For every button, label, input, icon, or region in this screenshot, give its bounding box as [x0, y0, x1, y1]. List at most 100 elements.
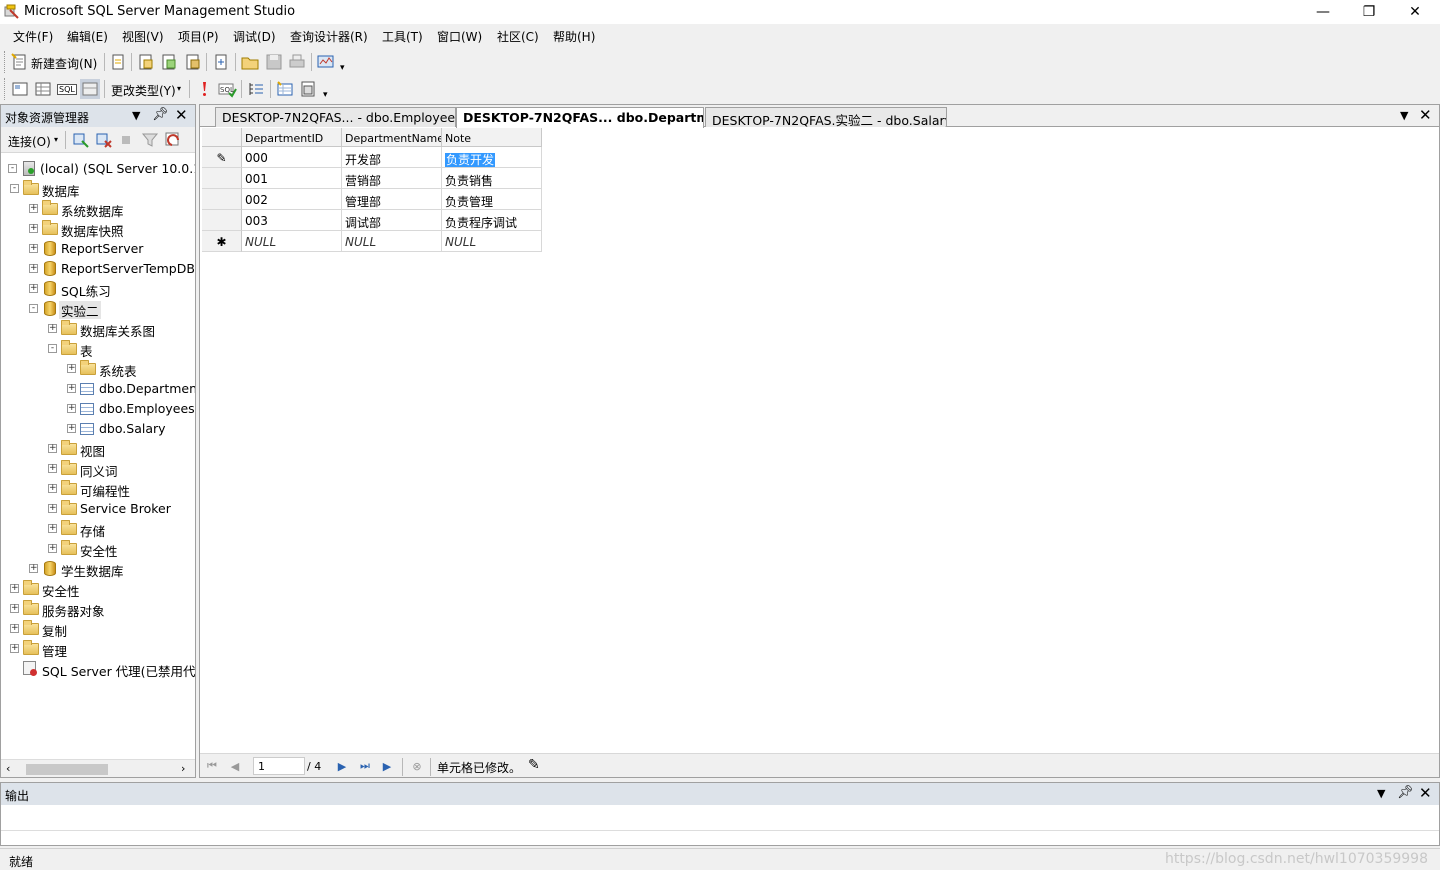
grid-corner-header[interactable]: [202, 128, 242, 147]
chevron-down-icon[interactable]: ▾: [54, 135, 58, 144]
connect-object-explorer-icon[interactable]: [72, 131, 90, 149]
cancel-edit-icon[interactable]: ⊗: [410, 759, 424, 773]
menu-query-designer[interactable]: 查询设计器(R): [290, 28, 368, 45]
tree-node[interactable]: - (local) (SQL Server 10.0.1600: [1, 159, 195, 179]
disconnect-icon[interactable]: [95, 131, 113, 149]
menu-edit[interactable]: 编辑(E): [67, 28, 108, 45]
tree-node[interactable]: + 视图: [1, 439, 195, 459]
expand-icon[interactable]: +: [10, 644, 19, 653]
menu-window[interactable]: 窗口(W): [437, 28, 482, 45]
tree-node[interactable]: + dbo.Employees: [1, 399, 195, 419]
tree-node[interactable]: + 服务器对象: [1, 599, 195, 619]
column-header[interactable]: DepartmentID: [242, 128, 342, 147]
expand-icon[interactable]: +: [10, 604, 19, 613]
collapse-icon[interactable]: -: [10, 184, 19, 193]
expand-icon[interactable]: +: [48, 464, 57, 473]
expand-icon[interactable]: +: [48, 324, 57, 333]
pin-icon[interactable]: 📌︎: [1397, 785, 1414, 800]
first-record-icon[interactable]: ⏮︎: [205, 759, 219, 773]
menu-help[interactable]: 帮助(H): [553, 28, 595, 45]
column-header[interactable]: DepartmentName: [342, 128, 442, 147]
grid-cell[interactable]: 负责开发: [442, 147, 542, 168]
connect-button[interactable]: 连接(O): [8, 133, 51, 150]
tree-node[interactable]: + 安全性: [1, 539, 195, 559]
new-record-icon[interactable]: ▶︎: [380, 759, 394, 773]
tree-node[interactable]: + 管理: [1, 639, 195, 659]
expand-icon[interactable]: +: [67, 424, 76, 433]
filter-icon[interactable]: [141, 131, 159, 149]
expand-icon[interactable]: +: [48, 484, 57, 493]
tree-node[interactable]: -表: [1, 339, 195, 359]
collapse-icon[interactable]: -: [29, 304, 38, 313]
restore-button[interactable]: ❐: [1346, 0, 1392, 24]
tree-node[interactable]: + 数据库快照: [1, 219, 195, 239]
expand-icon[interactable]: +: [48, 504, 57, 513]
tree-node[interactable]: SQL Server 代理(已禁用代: [1, 659, 195, 679]
save-icon[interactable]: [264, 52, 284, 72]
expand-icon[interactable]: +: [29, 224, 38, 233]
add-derived-table-icon[interactable]: [298, 79, 318, 99]
tree-node[interactable]: + 数据库关系图: [1, 319, 195, 339]
toolbar-overflow-icon[interactable]: ▾: [340, 63, 345, 73]
new-query-button[interactable]: 新建查询(N): [31, 55, 97, 72]
new-file-icon[interactable]: [108, 52, 128, 72]
verify-sql-icon[interactable]: SQL: [217, 79, 237, 99]
stop-icon[interactable]: [119, 133, 133, 147]
tab-salary[interactable]: DESKTOP-7N2QFAS.实验二 - dbo.Salary: [705, 107, 947, 127]
tree-node[interactable]: + Service Broker: [1, 499, 195, 519]
scrollbar-thumb[interactable]: [26, 764, 108, 775]
current-page-input[interactable]: 1: [253, 757, 305, 775]
grid-cell[interactable]: NULL: [442, 231, 542, 252]
tree-node[interactable]: + SQL练习: [1, 279, 195, 299]
grid-cell[interactable]: 001: [242, 168, 342, 189]
xmla-query-icon[interactable]: [183, 52, 203, 72]
print-icon[interactable]: [287, 52, 307, 72]
menu-tools[interactable]: 工具(T): [382, 28, 423, 45]
next-record-icon[interactable]: ▶︎: [335, 759, 349, 773]
tree-node[interactable]: + dbo.Departments: [1, 379, 195, 399]
tab-list-dropdown-icon[interactable]: ▼: [1400, 109, 1408, 122]
close-document-icon[interactable]: ✕: [1419, 106, 1432, 124]
grid-cell[interactable]: 000: [242, 147, 342, 168]
grid-cell[interactable]: 管理部: [342, 189, 442, 210]
collapse-icon[interactable]: -: [48, 344, 57, 353]
scroll-left-icon[interactable]: ‹: [6, 762, 10, 775]
close-panel-icon[interactable]: ✕: [1419, 784, 1432, 802]
refresh-icon[interactable]: [164, 131, 182, 149]
expand-icon[interactable]: +: [48, 524, 57, 533]
tree-node[interactable]: + 安全性: [1, 579, 195, 599]
menu-file[interactable]: 文件(F): [13, 28, 53, 45]
toolbar-grip[interactable]: [4, 51, 7, 73]
tree-node[interactable]: + 可编程性: [1, 479, 195, 499]
tab-employees[interactable]: DESKTOP-7N2QFAS... - dbo.Employees: [215, 107, 456, 127]
expand-icon[interactable]: +: [10, 624, 19, 633]
chevron-down-icon[interactable]: ▾: [177, 84, 181, 93]
row-header[interactable]: ✱: [202, 231, 242, 252]
grid-cell[interactable]: 开发部: [342, 147, 442, 168]
analysis-query-icon[interactable]: [159, 52, 179, 72]
grid-cell[interactable]: NULL: [342, 231, 442, 252]
database-engine-query-icon[interactable]: [136, 52, 156, 72]
dropdown-arrow-icon[interactable]: ▼: [1377, 787, 1385, 800]
open-file-icon[interactable]: [240, 52, 260, 72]
add-table-icon[interactable]: [275, 79, 295, 99]
collapse-icon[interactable]: -: [8, 164, 17, 173]
menu-community[interactable]: 社区(C): [497, 28, 539, 45]
tree-node[interactable]: + ReportServerTempDB: [1, 259, 195, 279]
tree-node[interactable]: + 系统表: [1, 359, 195, 379]
grid-cell[interactable]: 营销部: [342, 168, 442, 189]
show-results-pane-icon[interactable]: [80, 79, 100, 99]
expand-icon[interactable]: +: [29, 264, 38, 273]
menu-project[interactable]: 项目(P): [178, 28, 219, 45]
row-header[interactable]: [202, 210, 242, 231]
tree-node[interactable]: + 同义词: [1, 459, 195, 479]
tree-node[interactable]: + ReportServer: [1, 239, 195, 259]
tree-node[interactable]: + 学生数据库: [1, 559, 195, 579]
expand-icon[interactable]: +: [67, 384, 76, 393]
row-header[interactable]: [202, 189, 242, 210]
toolbar-grip[interactable]: [4, 78, 7, 100]
expand-icon[interactable]: +: [29, 564, 38, 573]
previous-record-icon[interactable]: ◀︎: [228, 759, 242, 773]
expand-icon[interactable]: +: [29, 204, 38, 213]
expand-icon[interactable]: +: [29, 284, 38, 293]
